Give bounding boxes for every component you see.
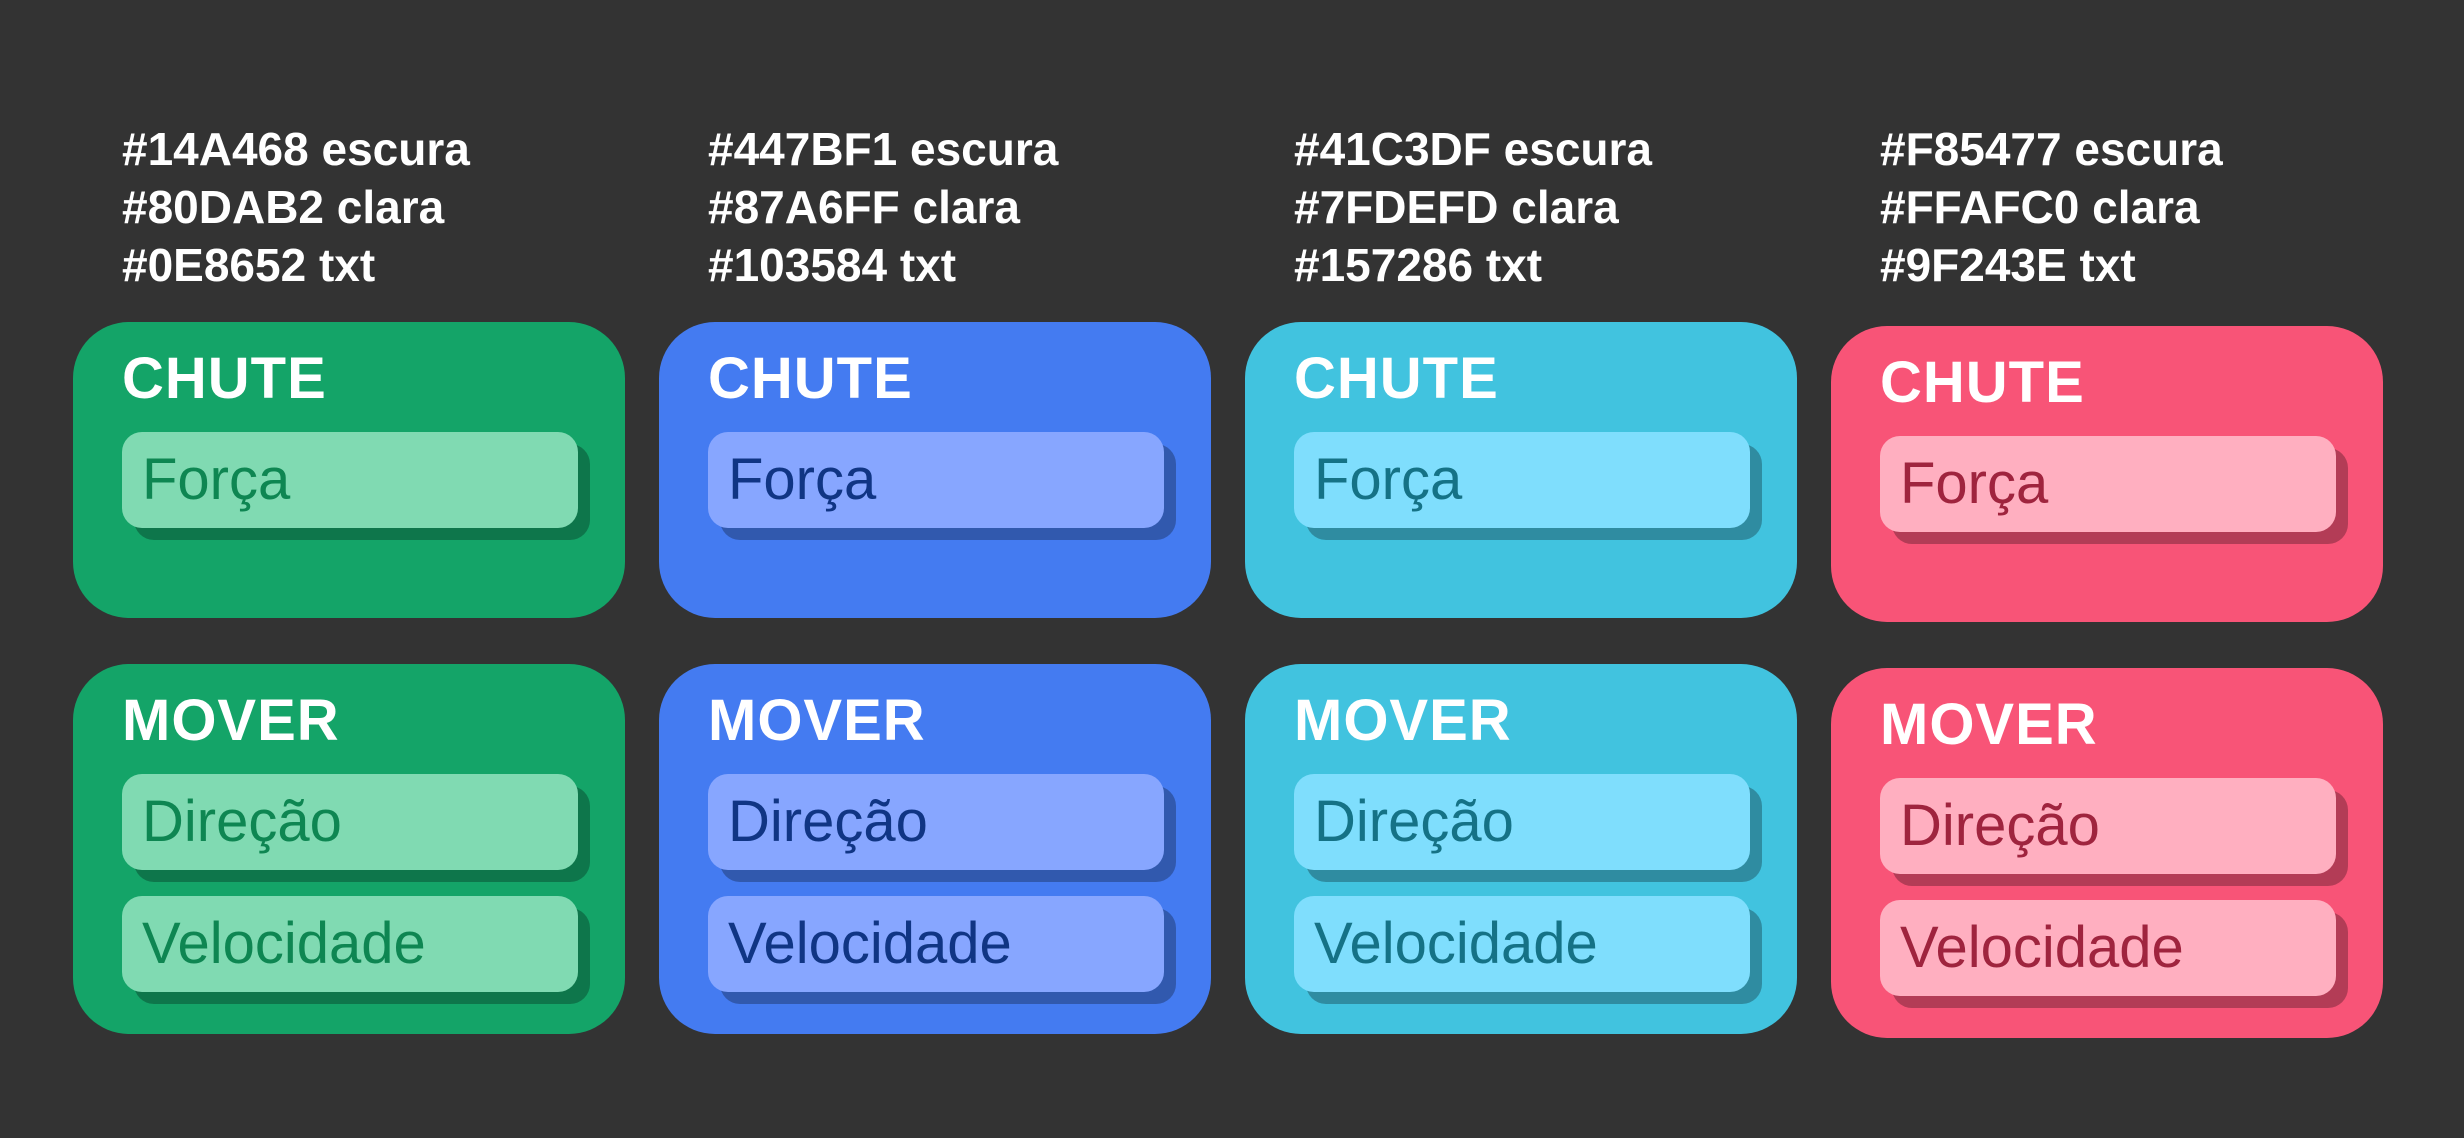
palette-column: #14A468 escura #80DAB2 clara #0E8652 txt… (73, 0, 625, 1134)
block-title: MOVER (1880, 692, 2098, 757)
param-direcao[interactable]: Direção (122, 774, 578, 870)
color-legend: #F85477 escura #FFAFC0 clara #9F243E txt (1880, 120, 2223, 294)
color-legend: #41C3DF escura #7FDEFD clara #157286 txt (1294, 120, 1652, 294)
param-velocidade[interactable]: Velocidade (1294, 896, 1750, 992)
chute-block: CHUTE Força (1831, 326, 2383, 622)
dark-color-label: #F85477 escura (1880, 123, 2223, 175)
color-legend: #14A468 escura #80DAB2 clara #0E8652 txt (122, 120, 470, 294)
light-color-label: #87A6FF clara (708, 181, 1020, 233)
text-color-label: #103584 txt (708, 239, 957, 291)
chute-block: CHUTE Força (659, 322, 1211, 618)
light-color-label: #80DAB2 clara (122, 181, 445, 233)
chute-block: CHUTE Força (1245, 322, 1797, 618)
color-legend: #447BF1 escura #87A6FF clara #103584 txt (708, 120, 1058, 294)
block-title: CHUTE (708, 346, 913, 411)
param-forca[interactable]: Força (1294, 432, 1750, 528)
text-color-label: #0E8652 txt (122, 239, 376, 291)
chute-block: CHUTE Força (73, 322, 625, 618)
mover-block: MOVER Direção Velocidade (1831, 668, 2383, 1038)
param-velocidade[interactable]: Velocidade (708, 896, 1164, 992)
mover-block: MOVER Direção Velocidade (1245, 664, 1797, 1034)
block-title: CHUTE (122, 346, 327, 411)
text-color-label: #157286 txt (1294, 239, 1543, 291)
palette-column: #F85477 escura #FFAFC0 clara #9F243E txt… (1831, 4, 2383, 1138)
block-title: CHUTE (1880, 350, 2085, 415)
text-color-label: #9F243E txt (1880, 239, 2136, 291)
block-title: MOVER (122, 688, 340, 753)
light-color-label: #7FDEFD clara (1294, 181, 1619, 233)
param-forca[interactable]: Força (122, 432, 578, 528)
dark-color-label: #14A468 escura (122, 123, 470, 175)
mover-block: MOVER Direção Velocidade (73, 664, 625, 1034)
dark-color-label: #41C3DF escura (1294, 123, 1652, 175)
mover-block: MOVER Direção Velocidade (659, 664, 1211, 1034)
param-velocidade[interactable]: Velocidade (1880, 900, 2336, 996)
param-direcao[interactable]: Direção (708, 774, 1164, 870)
param-velocidade[interactable]: Velocidade (122, 896, 578, 992)
block-title: MOVER (1294, 688, 1512, 753)
palette-column: #41C3DF escura #7FDEFD clara #157286 txt… (1245, 0, 1797, 1134)
param-direcao[interactable]: Direção (1294, 774, 1750, 870)
param-direcao[interactable]: Direção (1880, 778, 2336, 874)
light-color-label: #FFAFC0 clara (1880, 181, 2200, 233)
block-title: MOVER (708, 688, 926, 753)
param-forca[interactable]: Força (708, 432, 1164, 528)
dark-color-label: #447BF1 escura (708, 123, 1059, 175)
block-title: CHUTE (1294, 346, 1499, 411)
palette-column: #447BF1 escura #87A6FF clara #103584 txt… (659, 0, 1211, 1134)
param-forca[interactable]: Força (1880, 436, 2336, 532)
